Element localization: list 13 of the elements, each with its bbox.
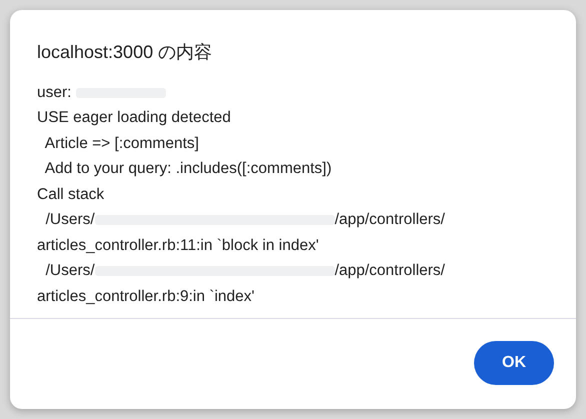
dialog-title: localhost:3000 の内容 <box>37 41 214 64</box>
message-text: /app/controllers/ <box>334 211 445 230</box>
ok-button[interactable]: OK <box>474 341 554 385</box>
message-text: Add to your query: .includes([:comments]) <box>44 160 332 178</box>
message-text: user: <box>37 84 72 102</box>
message-text: Article => [:comments] <box>44 134 199 153</box>
message-text: /Users/ <box>44 211 95 230</box>
message-text: /app/controllers/ <box>334 262 445 280</box>
message-text: USE eager loading detected <box>37 109 231 128</box>
message-text: /Users/ <box>44 262 95 280</box>
message-text: Call stack <box>37 186 104 204</box>
message-text: articles_controller.rb:11:in `block in index' <box>37 236 319 255</box>
message-text: articles_controller.rb:9:in `index' <box>37 288 254 306</box>
